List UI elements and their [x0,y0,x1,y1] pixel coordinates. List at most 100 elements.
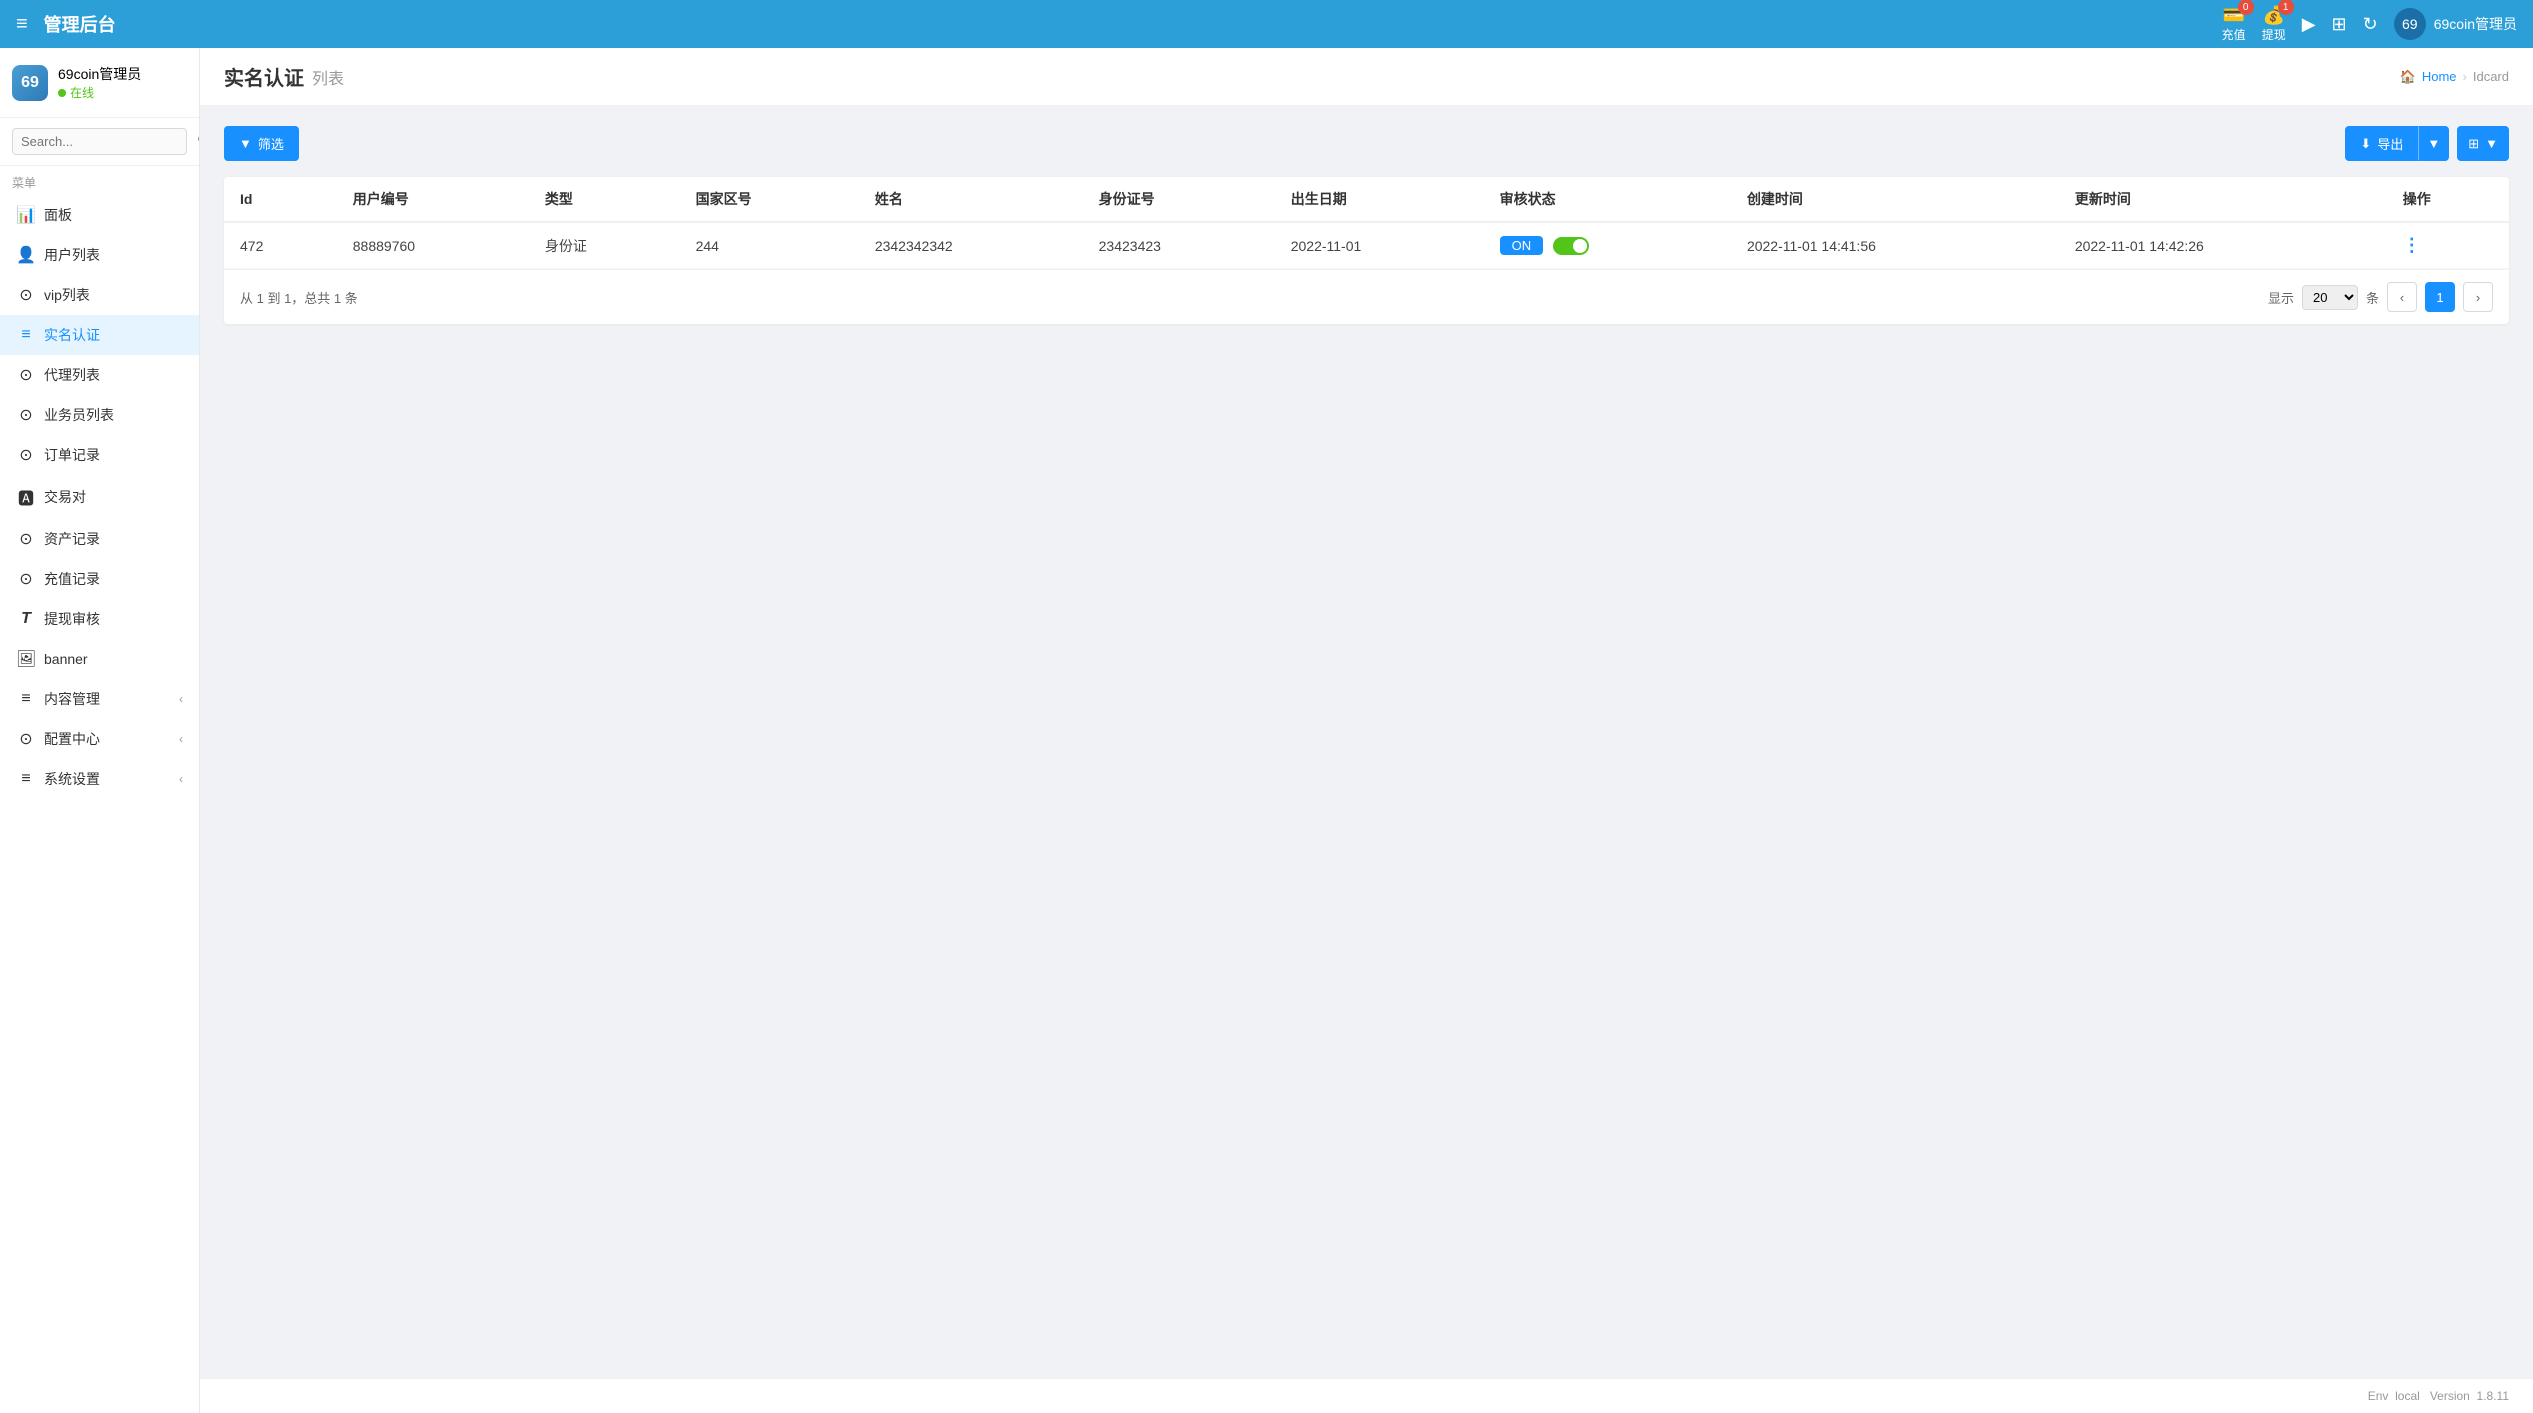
audit-status-toggle[interactable] [1553,237,1589,255]
sidebar-item-label-recharge-records: 充值记录 [44,569,183,589]
salesperson-icon: ⊙ [16,405,36,425]
sidebar-item-real-name[interactable]: ≡ 实名认证 [0,315,199,355]
page-title: 实名认证 [224,62,304,91]
sidebar-item-salesperson[interactable]: ⊙ 业务员列表 [0,395,199,435]
col-updated-time: 更新时间 [2059,177,2387,222]
user-info[interactable]: 69 69coin管理员 [2394,8,2517,40]
sidebar-item-label-banner: banner [44,651,183,667]
avatar: 69 [2394,8,2426,40]
data-table: Id 用户编号 类型 国家区号 姓名 身份证号 出生日期 审核状态 创建时间 更… [224,177,2509,269]
col-id: Id [224,177,337,222]
export-label: 导出 [2377,134,2403,153]
sidebar-item-withdraw-review[interactable]: T 提现审核 [0,599,199,639]
withdraw-badge: 1 [2278,0,2294,15]
export-button[interactable]: ⬇ 导出 [2345,126,2418,161]
play-icon[interactable]: ▶ [2302,14,2316,35]
sidebar-item-label-withdraw-review: 提现审核 [44,609,183,629]
sidebar-item-label-transactions: 交易对 [44,487,183,507]
sidebar-item-dashboard[interactable]: 📊 面板 [0,195,199,235]
page-size-select[interactable]: 20 50 100 [2302,285,2358,310]
sidebar-profile: 69 69coin管理员 在线 [0,48,199,118]
cell-type: 身份证 [529,222,680,269]
breadcrumb-sep: › [2463,69,2467,84]
table-row: 472 88889760 身份证 244 2342342342 23423423… [224,222,2509,269]
version-label: Version [2430,1389,2470,1403]
next-page-button[interactable]: › [2463,282,2493,312]
sidebar: 69 69coin管理员 在线 🔍 菜单 📊 面板 👤 用户列表 [0,48,200,1413]
sidebar-item-label-config-center: 配置中心 [44,729,171,749]
sidebar-item-content-mgmt[interactable]: ≡ 内容管理 ‹ [0,679,199,719]
profile-name: 69coin管理员 [58,64,141,84]
sidebar-item-label-dashboard: 面板 [44,205,183,225]
action-menu-button[interactable]: ⋮ [2403,235,2421,255]
system-settings-chevron: ‹ [179,772,183,786]
orders-icon: ⊙ [16,445,36,465]
sidebar-item-vip-list[interactable]: ⊙ vip列表 [0,275,199,315]
content-area: ▼ 筛选 ⬇ 导出 ▼ ⊞ [200,106,2533,1378]
view-icon: ⊞ [2468,136,2479,152]
sidebar-item-label-salesperson: 业务员列表 [44,405,183,425]
per-page-label: 条 [2366,288,2379,307]
hamburger-menu-icon[interactable]: ≡ [16,13,28,36]
search-box: 🔍 [0,118,199,166]
app-title: 管理后台 [44,11,116,37]
cell-user-number: 88889760 [337,222,529,269]
sidebar-item-label-system-settings: 系统设置 [44,769,171,789]
page-1-button[interactable]: 1 [2425,282,2455,312]
breadcrumb-home-link[interactable]: Home [2422,69,2457,84]
export-icon: ⬇ [2360,136,2371,152]
breadcrumb-bar: 实名认证 列表 🏠 Home › Idcard [200,48,2533,106]
sidebar-item-label-real-name: 实名认证 [44,325,183,345]
profile-info: 69coin管理员 在线 [58,64,141,101]
recharge-label: 充值 [2222,26,2246,43]
pagination-info: 从 1 到 1，总共 1 条 [240,288,358,307]
search-input[interactable] [21,134,197,149]
dashboard-icon: 📊 [16,205,36,225]
recharge-records-icon: ⊙ [16,569,36,589]
pagination-right: 显示 20 50 100 条 ‹ 1 › [2268,282,2493,312]
transactions-icon: 🅰 [16,485,36,509]
sidebar-item-recharge-records[interactable]: ⊙ 充值记录 [0,559,199,599]
table-toolbar: ▼ 筛选 ⬇ 导出 ▼ ⊞ [224,126,2509,161]
profile-status: 在线 [58,84,141,101]
user-list-icon: 👤 [16,245,36,265]
export-dropdown-button[interactable]: ▼ [2418,126,2449,161]
filter-button[interactable]: ▼ 筛选 [224,126,299,161]
withdraw-action[interactable]: 💰 提现 1 [2262,5,2286,43]
sidebar-item-transactions[interactable]: 🅰 交易对 [0,475,199,519]
pagination-wrap: 从 1 到 1，总共 1 条 显示 20 50 100 条 ‹ 1 › [224,269,2509,324]
sidebar-item-label-user-list: 用户列表 [44,245,183,265]
prev-page-button[interactable]: ‹ [2387,282,2417,312]
cell-created-time: 2022-11-01 14:41:56 [1731,222,2059,269]
cell-id-number: 23423423 [1083,222,1275,269]
sidebar-item-asset-records[interactable]: ⊙ 资产记录 [0,519,199,559]
sidebar-item-user-list[interactable]: 👤 用户列表 [0,235,199,275]
sidebar-item-agent-list[interactable]: ⊙ 代理列表 [0,355,199,395]
grid-icon[interactable]: ⊞ [2332,14,2347,35]
profile-logo: 69 [12,65,48,101]
col-user-number: 用户编号 [337,177,529,222]
sidebar-item-label-vip-list: vip列表 [44,285,183,305]
sidebar-item-label-content-mgmt: 内容管理 [44,689,171,709]
page-title-area: 实名认证 列表 [224,62,344,91]
sidebar-item-banner[interactable]: 🖼 banner [0,639,199,679]
status-label: 在线 [70,84,94,101]
content-mgmt-icon: ≡ [16,690,36,708]
sidebar-item-orders[interactable]: ⊙ 订单记录 [0,435,199,475]
sidebar-item-config-center[interactable]: ⊙ 配置中心 ‹ [0,719,199,759]
search-input-wrap: 🔍 [12,128,187,155]
view-button[interactable]: ⊞ ▼ [2457,126,2509,161]
content-mgmt-chevron: ‹ [179,692,183,706]
col-name: 姓名 [859,177,1083,222]
header-right: 💳 充值 0 💰 提现 1 ▶ ⊞ ↻ 69 69coin管理员 [2222,5,2517,43]
refresh-icon[interactable]: ↻ [2363,14,2378,35]
table-wrap: Id 用户编号 类型 国家区号 姓名 身份证号 出生日期 审核状态 创建时间 更… [224,177,2509,324]
status-dot [58,89,66,97]
col-created-time: 创建时间 [1731,177,2059,222]
recharge-action[interactable]: 💳 充值 0 [2222,5,2246,43]
sidebar-item-system-settings[interactable]: ≡ 系统设置 ‹ [0,759,199,799]
display-label: 显示 [2268,288,2294,307]
audit-status-badge: ON [1500,236,1544,255]
system-settings-icon: ≡ [16,770,36,788]
env-label: Env [2368,1389,2389,1403]
